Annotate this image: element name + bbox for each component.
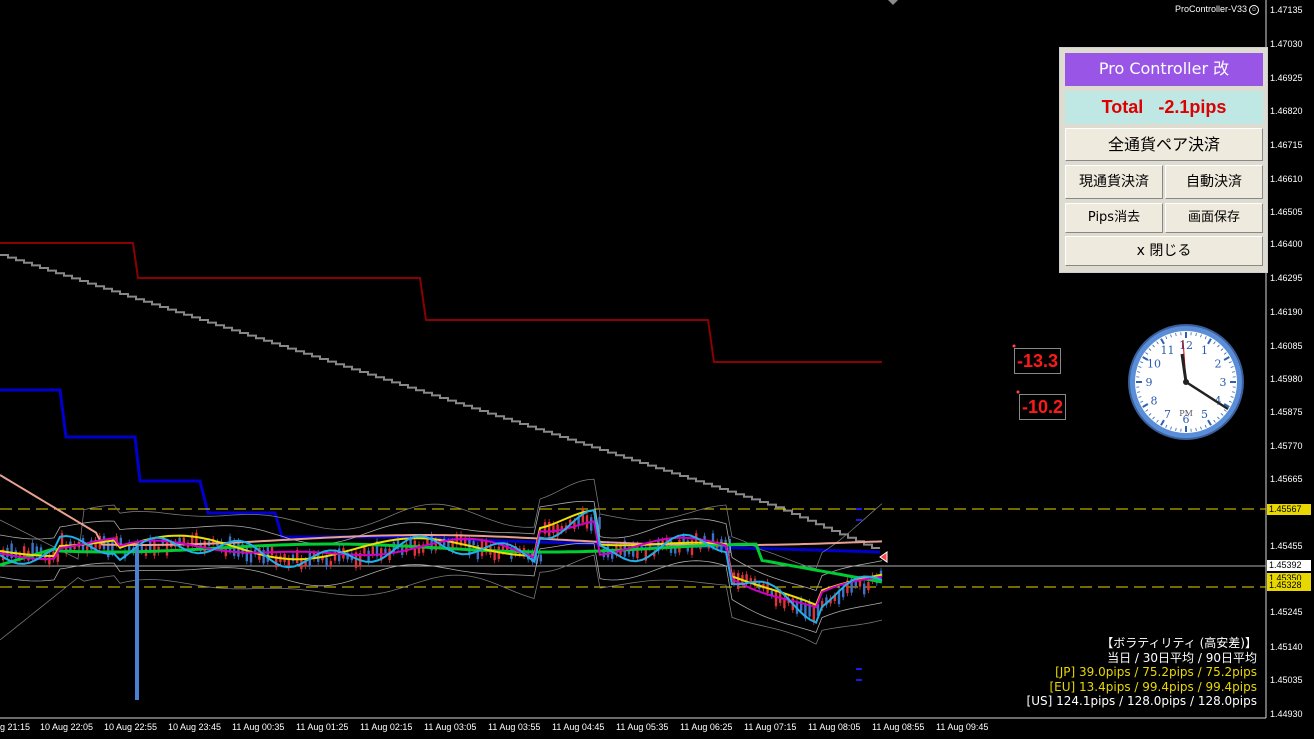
volume-tick: [856, 679, 862, 681]
volume-tick: [856, 668, 862, 670]
time-tick: 10 Aug 22:05: [40, 722, 94, 732]
clock-number: 5: [1201, 408, 1208, 421]
time-tick: 11 Aug 00:35: [232, 722, 285, 732]
clock-number: 10: [1147, 358, 1161, 371]
price-tick: 1.45455: [1270, 541, 1303, 551]
pips-label[interactable]: -13.3: [1014, 348, 1062, 374]
clear-pips-button[interactable]: Pips消去: [1065, 203, 1163, 233]
pips-label[interactable]: -10.2: [1019, 394, 1067, 420]
price-tick: 1.45035: [1270, 675, 1303, 685]
volatility-title: 【ボラティリティ (高安差)】: [1101, 636, 1257, 650]
price-tick: 1.44930: [1270, 709, 1303, 719]
time-tick: 11 Aug 02:15: [360, 722, 413, 732]
close-panel-button[interactable]: x 閉じる: [1065, 236, 1263, 266]
close-current-pair-button[interactable]: 現通貨決済: [1065, 165, 1163, 199]
time-tick: 11 Aug 01:25: [296, 722, 349, 732]
clock-number: 12: [1179, 339, 1193, 352]
upper-step-line: [0, 242, 882, 363]
salmon-ma: [0, 474, 883, 547]
volatility-box: 【ボラティリティ (高安差)】 当日 / 30日平均 / 90日平均 [JP] …: [1027, 636, 1257, 709]
clock-number: 3: [1220, 376, 1227, 389]
total-value: -2.1pips: [1158, 97, 1227, 117]
price-tick: 1.45140: [1270, 642, 1303, 652]
price-tick: 1.46190: [1270, 307, 1303, 317]
indicator-name: ProController-V33 ☺: [1175, 4, 1260, 15]
shift-marker-icon[interactable]: [888, 0, 898, 5]
time-tick: 11 Aug 09:45: [936, 722, 989, 732]
band-upper-2: [0, 478, 883, 569]
clock-number: 8: [1151, 395, 1158, 408]
price-tick: 1.46085: [1270, 341, 1303, 351]
price-tick: 1.46925: [1270, 73, 1303, 83]
price-tick: 1.46295: [1270, 273, 1303, 283]
price-tick: 1.46400: [1270, 239, 1303, 249]
price-tick: 1.47135: [1270, 5, 1303, 15]
smiley-icon[interactable]: ☺: [1249, 4, 1260, 15]
price-tick: 1.46820: [1270, 106, 1303, 116]
clock-number: 7: [1164, 408, 1171, 421]
panel-title: Pro Controller 改: [1065, 53, 1263, 86]
price-flag: 1.45567: [1267, 504, 1311, 515]
time-tick: 11 Aug 04:45: [552, 722, 605, 732]
lower-step-line: [0, 388, 881, 554]
spike-candle: [135, 548, 139, 700]
clock-number: 1: [1201, 344, 1208, 357]
time-tick: 11 Aug 08:55: [872, 722, 925, 732]
indicator-label: ProController-V33: [1175, 4, 1248, 14]
yellow-ma: [0, 509, 883, 607]
auto-close-button[interactable]: 自動決済: [1165, 165, 1263, 199]
volatility-us: [US] 124.1pips / 128.0pips / 128.0pips: [1026, 694, 1257, 708]
time-tick: 11 Aug 07:15: [744, 722, 797, 732]
total-pips-display: Total -2.1pips: [1065, 91, 1263, 124]
clock-number: 11: [1161, 344, 1175, 357]
price-tick: 1.46715: [1270, 140, 1303, 150]
volatility-header: 当日 / 30日平均 / 90日平均: [1107, 650, 1257, 665]
time-tick: 10 Aug 22:55: [104, 722, 158, 732]
analog-clock: 12 1234567891011 PM: [1128, 324, 1244, 440]
price-tick: 1.45875: [1270, 407, 1303, 417]
bollinger-bands: [0, 478, 883, 645]
time-tick: g 21:15: [0, 722, 31, 732]
time-tick: 11 Aug 06:25: [680, 722, 733, 732]
total-label: Total: [1101, 97, 1144, 117]
time-tick: 10 Aug 23:45: [168, 722, 222, 732]
pro-controller-panel: Pro Controller 改 Total -2.1pips 全通貨ペア決済 …: [1059, 47, 1268, 273]
price-tick: 1.45770: [1270, 441, 1303, 451]
time-tick: 11 Aug 05:35: [616, 722, 669, 732]
save-screen-button[interactable]: 画面保存: [1165, 203, 1263, 233]
price-tick: 1.45980: [1270, 374, 1303, 384]
clock-period: PM: [1179, 409, 1193, 418]
price-flag: 1.45392: [1267, 560, 1311, 571]
volatility-jp: [JP] 39.0pips / 75.2pips / 75.2pips: [1055, 665, 1257, 679]
price-flag: 1.45328: [1267, 580, 1311, 591]
volatility-eu: [EU] 13.4pips / 99.4pips / 99.4pips: [1049, 679, 1257, 694]
price-tick: 1.46610: [1270, 174, 1303, 184]
time-tick: 11 Aug 03:55: [488, 722, 541, 732]
volume-tick: [856, 519, 862, 521]
price-tick: 1.46505: [1270, 207, 1303, 217]
clock-number: 9: [1146, 376, 1153, 389]
volume-tick: [856, 508, 862, 510]
band-lower-2: [0, 554, 883, 645]
price-tick: 1.47030: [1270, 39, 1303, 49]
time-tick: 11 Aug 08:05: [808, 722, 861, 732]
close-all-pairs-button[interactable]: 全通貨ペア決済: [1065, 128, 1263, 161]
price-tick: 1.45245: [1270, 607, 1303, 617]
clock-number: 2: [1215, 358, 1222, 371]
time-tick: 11 Aug 03:05: [424, 722, 477, 732]
price-tick: 1.45665: [1270, 474, 1303, 484]
